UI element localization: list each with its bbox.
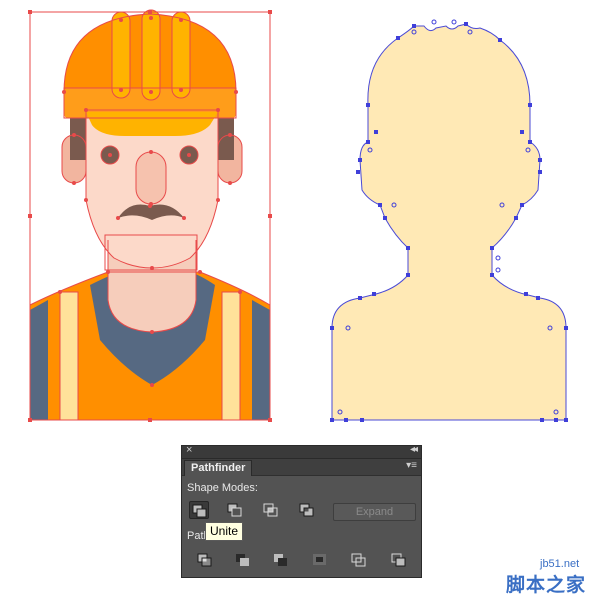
outline-icon <box>351 553 366 567</box>
shirt-side-left <box>30 300 48 420</box>
merge-icon <box>274 554 287 566</box>
helmet-ridge-left <box>112 12 130 98</box>
united-silhouette[interactable] <box>330 19 568 422</box>
minus-front-icon <box>227 503 242 517</box>
unite-button[interactable] <box>189 501 209 519</box>
panel-titlebar: × ◂◂ <box>182 444 421 459</box>
expand-button[interactable]: Expand <box>333 503 416 521</box>
outline-button[interactable] <box>349 551 369 569</box>
panel-tab-row: Pathfinder ▾≡ <box>182 459 421 476</box>
intersect-icon <box>263 503 278 517</box>
nose-shape <box>136 152 166 204</box>
panel-menu-icon[interactable]: ▾≡ <box>406 460 417 471</box>
merge-button[interactable] <box>271 551 291 569</box>
tab-pathfinder[interactable]: Pathfinder <box>184 460 253 476</box>
watermark-name: 脚本之家 <box>506 574 587 596</box>
crop-button[interactable] <box>310 551 330 569</box>
pathfinder-panel: × ◂◂ Pathfinder ▾≡ Shape Modes: Expand P… <box>181 444 422 578</box>
crop-icon <box>313 554 326 565</box>
vest-stripe-right <box>222 292 240 420</box>
minus-back-icon <box>391 553 406 567</box>
unite-icon <box>192 504 207 518</box>
minus-back-button[interactable] <box>389 551 409 569</box>
intersect-button[interactable] <box>261 501 281 519</box>
shirt-side-right <box>252 300 270 420</box>
trim-icon <box>236 554 249 566</box>
artboard <box>28 9 568 422</box>
helmet-ridge-center <box>142 10 160 100</box>
close-icon[interactable]: × <box>186 444 192 456</box>
helmet-ridge-right <box>172 12 190 98</box>
shape-modes-label: Shape Modes: <box>187 482 258 494</box>
watermark-url: jb51.net <box>540 558 580 570</box>
exclude-button[interactable] <box>297 501 317 519</box>
unite-tooltip: Unite <box>205 522 244 541</box>
divide-button[interactable] <box>195 551 215 569</box>
minus-front-button[interactable] <box>225 501 245 519</box>
worker-illustration[interactable] <box>28 9 272 422</box>
helmet-front <box>86 112 218 136</box>
trim-button[interactable] <box>233 551 253 569</box>
vest-stripe-left <box>60 292 78 420</box>
exclude-icon <box>299 503 314 517</box>
collapse-icon[interactable]: ◂◂ <box>410 444 418 455</box>
silhouette-shape <box>331 23 567 421</box>
divide-icon <box>197 553 212 567</box>
